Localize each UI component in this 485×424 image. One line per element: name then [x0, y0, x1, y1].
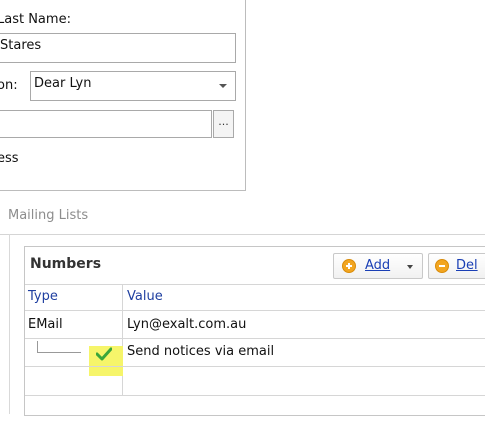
numbers-group-title: Numbers — [30, 256, 102, 272]
address-field[interactable] — [0, 110, 212, 138]
delete-icon — [435, 259, 449, 273]
row-value-cell: Lyn@exalt.com.au — [127, 317, 247, 332]
grid-divider — [25, 338, 485, 339]
add-button[interactable]: Add — [333, 253, 423, 279]
chevron-down-icon[interactable] — [219, 84, 227, 88]
grid-divider — [25, 284, 485, 285]
address-label: ess — [0, 151, 19, 166]
salutation-label: on: — [0, 78, 18, 93]
grid-divider — [25, 366, 485, 367]
last-name-label: Last Name: — [0, 12, 71, 27]
column-separator — [122, 284, 123, 396]
grid-divider — [25, 395, 485, 396]
chevron-down-icon[interactable] — [407, 265, 413, 269]
salutation-value: Dear Lyn — [34, 76, 92, 91]
column-header-type[interactable]: Type — [28, 289, 58, 304]
add-button-label: Add — [365, 258, 391, 273]
check-icon[interactable] — [96, 347, 112, 361]
send-notices-label: Send notices via email — [127, 344, 275, 359]
tree-connector — [37, 352, 81, 353]
address-browse-button[interactable]: ... — [213, 110, 234, 138]
salutation-combo[interactable]: Dear Lyn — [30, 71, 236, 101]
divider — [9, 234, 10, 414]
delete-button-label: Del — [456, 258, 478, 273]
last-name-field[interactable]: Stares — [0, 33, 236, 63]
last-name-value: Stares — [0, 38, 42, 53]
tab-mailing-lists[interactable]: Mailing Lists — [8, 208, 88, 223]
delete-button[interactable]: Del — [428, 253, 485, 279]
add-icon — [342, 259, 356, 273]
column-header-value[interactable]: Value — [127, 289, 163, 304]
row-type-cell: EMail — [28, 317, 63, 332]
grid-divider — [25, 310, 485, 311]
